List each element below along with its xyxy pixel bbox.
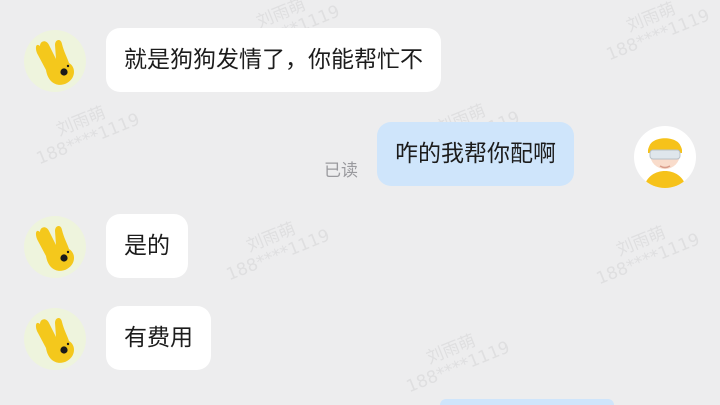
watermark: 刘雨萌 188****1119 [217, 209, 333, 285]
yellow-victory-hand-icon [35, 39, 75, 85]
watermark-name: 刘雨萌 [243, 218, 299, 257]
contact-avatar[interactable] [24, 308, 86, 370]
message-text: 咋的我帮你配啊 [395, 141, 556, 167]
message-text: 有费用 [124, 325, 193, 351]
contact-avatar[interactable] [24, 216, 86, 278]
watermark-name: 刘雨萌 [423, 330, 479, 369]
watermark-phone: 188****1119 [33, 109, 143, 170]
watermark-phone: 188****1119 [603, 5, 713, 66]
watermark-name: 刘雨萌 [613, 222, 669, 261]
yellow-victory-hand-icon [35, 225, 75, 271]
watermark-name: 刘雨萌 [623, 0, 679, 37]
message-text: 是的 [124, 233, 170, 259]
message-text: 就是狗狗发情了，你能帮忙不 [124, 47, 423, 73]
incoming-message-bubble[interactable]: 是的 [106, 214, 188, 278]
incoming-message-bubble[interactable]: 有费用 [106, 306, 211, 370]
watermark: 刘雨萌 188****1119 [597, 0, 713, 65]
watermark-name: 刘雨萌 [53, 102, 109, 141]
yellow-victory-hand-icon [35, 317, 75, 363]
contact-avatar[interactable] [24, 30, 86, 92]
read-status: 已读 [324, 161, 358, 181]
outgoing-message-bubble-partial[interactable] [440, 399, 614, 405]
watermark-phone: 188****1119 [403, 337, 513, 398]
incoming-message-bubble[interactable]: 就是狗狗发情了，你能帮忙不 [106, 28, 441, 92]
watermark: 刘雨萌 188****1119 [27, 93, 143, 169]
watermark-phone: 188****1119 [223, 225, 333, 286]
watermark: 刘雨萌 188****1119 [397, 321, 513, 397]
watermark: 刘雨萌 188****1119 [587, 213, 703, 289]
outgoing-message-bubble[interactable]: 咋的我帮你配啊 [377, 122, 574, 186]
yellow-helmet-person-icon [644, 138, 686, 188]
my-avatar[interactable] [634, 126, 696, 188]
watermark-phone: 188****1119 [593, 229, 703, 290]
